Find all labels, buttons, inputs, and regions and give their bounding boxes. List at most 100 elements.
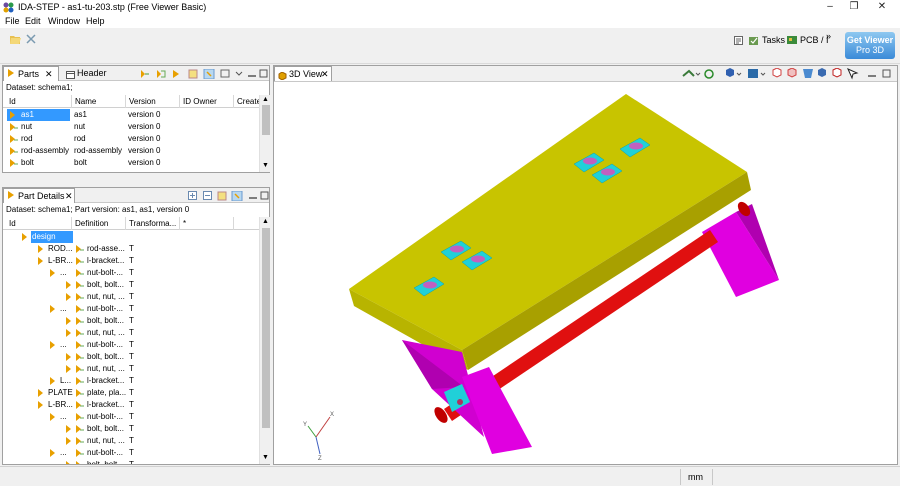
definition-icon: [75, 317, 84, 325]
part-instance-icon: [65, 461, 74, 464]
tree-row[interactable]: ... nut-bolt-... T: [3, 339, 259, 351]
tree-row-definition: nut-bolt-...: [87, 412, 124, 421]
col-name[interactable]: Name: [75, 97, 96, 106]
tab-parts-label: Parts: [18, 69, 40, 79]
col-transformation[interactable]: Transforma...: [129, 219, 176, 228]
promo-line-1: Get Viewer: [846, 35, 894, 45]
tree-row[interactable]: ... nut-bolt-... T: [3, 267, 259, 279]
tasks-perspective[interactable]: Tasks: [762, 35, 785, 45]
part-instance-icon: [49, 305, 58, 313]
tab-3d-view[interactable]: 3D View ✕: [274, 66, 332, 81]
menu-file[interactable]: File: [5, 16, 20, 26]
restore-button[interactable]: ❐: [842, 1, 866, 14]
tree-row-transformation: T: [129, 448, 134, 457]
tree-row[interactable]: bolt, bolt... T: [3, 315, 259, 327]
tree-row-definition: nut, nut, ...: [87, 436, 125, 445]
part-instance-icon: [37, 389, 46, 397]
tree-row[interactable]: L... l-bracket... T: [3, 375, 259, 387]
tree-row-transformation: T: [129, 376, 134, 385]
scroll-down-icon[interactable]: ▼: [262, 454, 269, 461]
scroll-thumb[interactable]: [262, 228, 270, 428]
tree-row[interactable]: design: [3, 231, 259, 243]
definition-icon: [75, 293, 84, 301]
scroll-up-icon[interactable]: ▲: [262, 96, 269, 103]
parts-scrollbar[interactable]: ▲ ▼: [259, 95, 270, 172]
tree-row[interactable]: bolt, bolt... T: [3, 351, 259, 363]
tree-row[interactable]: nut, nut, ... T: [3, 291, 259, 303]
col-id-owner[interactable]: ID Owner: [183, 97, 217, 106]
close-button[interactable]: ✕: [870, 1, 894, 14]
part-instance-icon: [65, 317, 74, 325]
tree-row[interactable]: nut, nut, ... T: [3, 363, 259, 375]
table-row[interactable]: bolt bolt version 0: [3, 157, 259, 169]
part-instance-icon: [49, 413, 58, 421]
tree-row-transformation: T: [129, 280, 134, 289]
definition-icon: [75, 437, 84, 445]
col-id[interactable]: Id: [9, 97, 16, 106]
tab-parts[interactable]: Parts ✕: [3, 66, 59, 81]
tree-row[interactable]: bolt, bolt... T: [3, 279, 259, 291]
tree-row[interactable]: nut, nut, ... T: [3, 435, 259, 447]
parts-table-body: as1 as1 version 0 nut nut version 0 rod …: [3, 109, 259, 172]
tree-row[interactable]: L-BR... l-bracket... T: [3, 399, 259, 411]
tasks-icon[interactable]: [749, 35, 759, 45]
table-row[interactable]: rod-assembly rod-assembly version 0: [3, 145, 259, 157]
tab-close-icon[interactable]: ✕: [65, 189, 73, 203]
definition-icon: [75, 413, 84, 421]
col-star[interactable]: *: [183, 219, 186, 228]
col-definition[interactable]: Definition: [75, 219, 108, 228]
details-tree-body: design ROD... rod-asse... T L-BR... l-bracket…: [3, 231, 259, 464]
tree-row[interactable]: PLATE plate, pla... T: [3, 387, 259, 399]
tab-header[interactable]: Header: [63, 66, 109, 81]
col-create[interactable]: Create: [237, 97, 261, 106]
tree-row[interactable]: ... nut-bolt-... T: [3, 411, 259, 423]
pcb-icon[interactable]: [787, 35, 797, 45]
details-dataset-label: Dataset: schema1; Part version: as1, as1…: [6, 205, 190, 214]
3d-viewport[interactable]: X Y Z: [274, 82, 897, 464]
tree-row[interactable]: nut, nut, ... T: [3, 327, 259, 339]
app-icon: [3, 2, 14, 13]
col-version[interactable]: Version: [129, 97, 156, 106]
menu-window[interactable]: Window: [48, 16, 80, 26]
title-bar: IDA-STEP - as1-tu-203.stp (Free Viewer B…: [0, 0, 900, 15]
tab-part-details[interactable]: Part Details ✕: [3, 188, 75, 203]
parts-tabbar: Parts ✕ Header: [3, 66, 269, 81]
pcb-perspective[interactable]: PCB / I: [800, 35, 829, 45]
tree-row-transformation: T: [129, 364, 134, 373]
table-row[interactable]: nut nut version 0: [3, 121, 259, 133]
part-instance-icon: [65, 281, 74, 289]
parts-dataset-label: Dataset: schema1;: [6, 83, 73, 92]
more-perspectives[interactable]: »: [826, 31, 831, 41]
get-viewer-pro-button[interactable]: Get Viewer Pro 3D: [845, 32, 895, 59]
task-list-icon[interactable]: [734, 36, 743, 45]
axis-y-label: Y: [303, 422, 307, 428]
scroll-up-icon[interactable]: ▲: [262, 218, 269, 225]
tree-row-transformation: T: [129, 244, 134, 253]
part-icon: [9, 147, 18, 155]
table-row[interactable]: as1 as1 version 0: [3, 109, 259, 121]
scroll-thumb[interactable]: [262, 105, 270, 135]
tree-row-definition: l-bracket...: [87, 376, 125, 385]
tree-row[interactable]: bolt, bolt... T: [3, 423, 259, 435]
part-icon: [9, 111, 18, 119]
open-folder-icon[interactable]: [10, 34, 21, 44]
tree-row[interactable]: bolt, bolt... T: [3, 459, 259, 464]
tree-row[interactable]: ROD... rod-asse... T: [3, 243, 259, 255]
menu-help[interactable]: Help: [86, 16, 105, 26]
tree-row[interactable]: ... nut-bolt-... T: [3, 303, 259, 315]
definition-icon: [75, 353, 84, 361]
menu-edit[interactable]: Edit: [25, 16, 41, 26]
details-scrollbar[interactable]: ▲ ▼: [259, 217, 270, 464]
tab-close-icon[interactable]: ✕: [321, 67, 329, 81]
col-id[interactable]: Id: [9, 219, 16, 228]
tree-row[interactable]: ... nut-bolt-... T: [3, 447, 259, 459]
part-instance-icon: [21, 233, 30, 241]
tab-close-icon[interactable]: ✕: [45, 67, 53, 81]
minimize-button[interactable]: –: [818, 1, 842, 14]
part-instance-icon: [65, 353, 74, 361]
tree-row[interactable]: L-BR... l-bracket... T: [3, 255, 259, 267]
part-details-icon: [8, 191, 14, 199]
scroll-down-icon[interactable]: ▼: [262, 162, 269, 169]
table-row[interactable]: rod rod version 0: [3, 133, 259, 145]
close-all-icon[interactable]: [26, 34, 36, 44]
